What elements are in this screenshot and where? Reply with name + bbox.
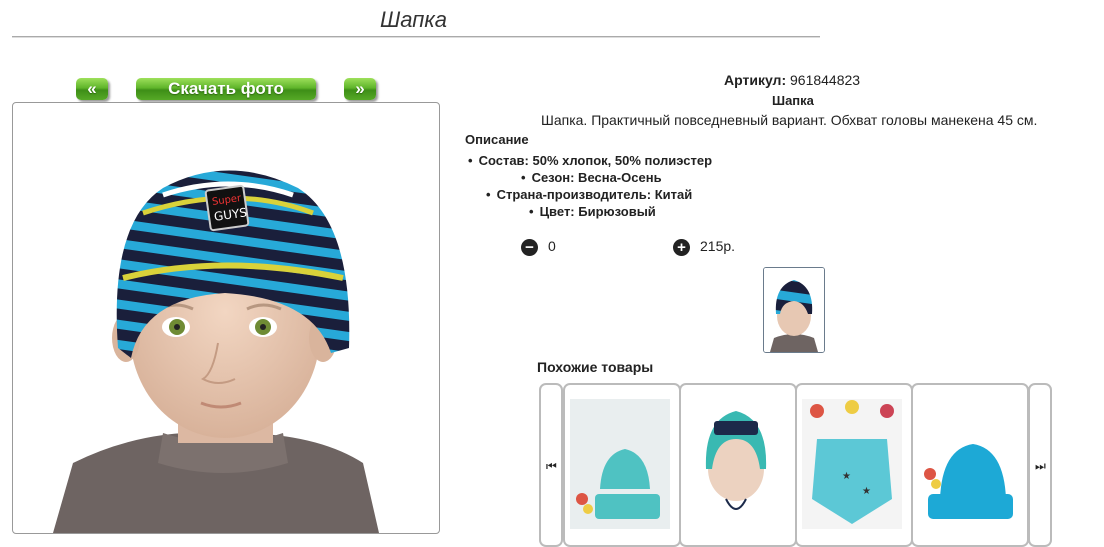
plus-circle-icon[interactable]: +	[673, 239, 690, 256]
quantity-value: 0	[548, 238, 556, 254]
carousel-next-button[interactable]: ⏭	[1028, 383, 1052, 547]
similar-product-image: ★ ★	[802, 399, 902, 529]
next-photo-button[interactable]: »	[344, 78, 376, 100]
product-thumbnail[interactable]	[763, 267, 825, 353]
similar-product-card[interactable]	[679, 383, 797, 547]
svg-text:★: ★	[862, 486, 871, 497]
product-description: Шапка. Практичный повседневный вариант. …	[541, 112, 1038, 128]
carousel-prev-button[interactable]: ⏮	[539, 383, 563, 547]
svg-text:★: ★	[842, 471, 851, 482]
thumbnail-image	[764, 268, 824, 352]
title-divider	[12, 36, 820, 38]
main-product-photo[interactable]: Super GUYS	[12, 102, 440, 534]
sku-line: Артикул: 961844823	[724, 72, 924, 88]
skip-back-icon: ⏮	[546, 459, 557, 473]
similar-product-image	[918, 399, 1018, 529]
feature-country: Страна-производитель: Китай	[486, 187, 693, 202]
sku-label: Артикул:	[724, 72, 787, 88]
skip-forward-icon: ⏭	[1035, 459, 1046, 473]
description-heading: Описание	[465, 132, 529, 147]
sku-value: 961844823	[790, 72, 861, 88]
feature-composition: Состав: 50% хлопок, 50% полиэстер	[468, 153, 712, 168]
product-photo-image: Super GUYS	[53, 170, 379, 533]
similar-products-heading: Похожие товары	[537, 359, 654, 375]
similar-product-image	[686, 399, 786, 529]
similar-product-card[interactable]	[563, 383, 681, 547]
minus-circle-icon[interactable]: −	[521, 239, 538, 256]
price-value: 215р.	[700, 238, 736, 254]
prev-photo-button[interactable]: «	[76, 78, 108, 100]
feature-season: Сезон: Весна-Осень	[521, 170, 662, 185]
feature-color: Цвет: Бирюзовый	[529, 204, 656, 219]
page-title: Шапка	[380, 7, 447, 32]
similar-product-card[interactable]	[911, 383, 1029, 547]
product-name: Шапка	[772, 93, 814, 108]
download-photo-button[interactable]: Скачать фото	[136, 78, 316, 100]
similar-product-image	[570, 399, 670, 529]
similar-product-card[interactable]: ★ ★	[795, 383, 913, 547]
